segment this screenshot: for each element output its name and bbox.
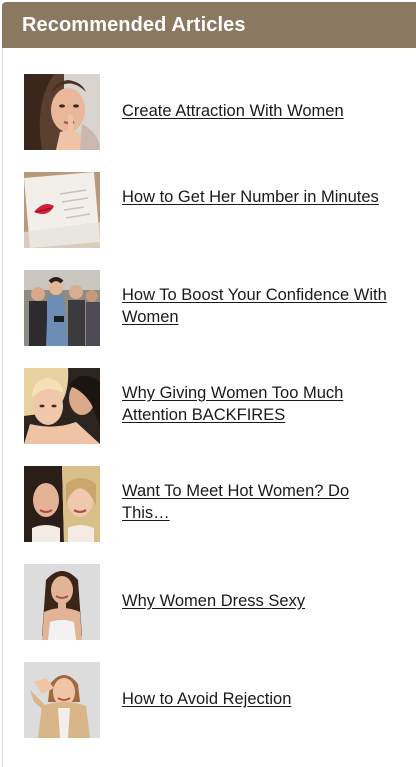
woman-long-hair-photo: [24, 564, 100, 640]
article-link-7[interactable]: How to Avoid Rejection: [122, 688, 392, 710]
article-link-4[interactable]: Why Giving Women Too Much Attention BACK…: [122, 382, 392, 426]
article-thumbnail-2[interactable]: [24, 172, 100, 248]
article-item-6: Why Women Dress Sexy: [3, 564, 413, 640]
article-link-1[interactable]: Create Attraction With Women: [122, 100, 392, 122]
group-of-friends-photo: [24, 270, 100, 346]
article-thumbnail-7[interactable]: [24, 662, 100, 738]
article-item-2: How to Get Her Number in Minutes: [3, 172, 413, 248]
lipstick-kiss-note-photo: [24, 172, 100, 248]
widget-title: Recommended Articles: [22, 13, 246, 36]
widget-body: Create Attraction With Women How to Get …: [2, 48, 416, 767]
article-link-5[interactable]: Want To Meet Hot Women? Do This…: [122, 480, 392, 524]
article-item-3: How To Boost Your Confidence With Women: [3, 270, 413, 346]
article-thumbnail-4[interactable]: [24, 368, 100, 444]
article-item-7: How to Avoid Rejection: [3, 662, 413, 738]
widget-header: Recommended Articles: [2, 2, 416, 48]
article-item-1: Create Attraction With Women: [3, 74, 413, 150]
article-thumbnail-1[interactable]: [24, 74, 100, 150]
woman-tan-jacket-photo: [24, 662, 100, 738]
article-link-2[interactable]: How to Get Her Number in Minutes: [122, 186, 392, 208]
article-item-5: Want To Meet Hot Women? Do This…: [3, 466, 413, 542]
article-thumbnail-3[interactable]: [24, 270, 100, 346]
article-thumbnail-5[interactable]: [24, 466, 100, 542]
article-link-3[interactable]: How To Boost Your Confidence With Women: [122, 284, 392, 328]
recommended-articles-widget: Recommended Articles Create Attraction W…: [0, 0, 416, 767]
article-link-6[interactable]: Why Women Dress Sexy: [122, 590, 392, 612]
woman-finger-on-lips-photo: [24, 74, 100, 150]
two-women-close-photo: [24, 368, 100, 444]
two-women-smiling-photo: [24, 466, 100, 542]
article-item-4: Why Giving Women Too Much Attention BACK…: [3, 368, 413, 444]
article-thumbnail-6[interactable]: [24, 564, 100, 640]
